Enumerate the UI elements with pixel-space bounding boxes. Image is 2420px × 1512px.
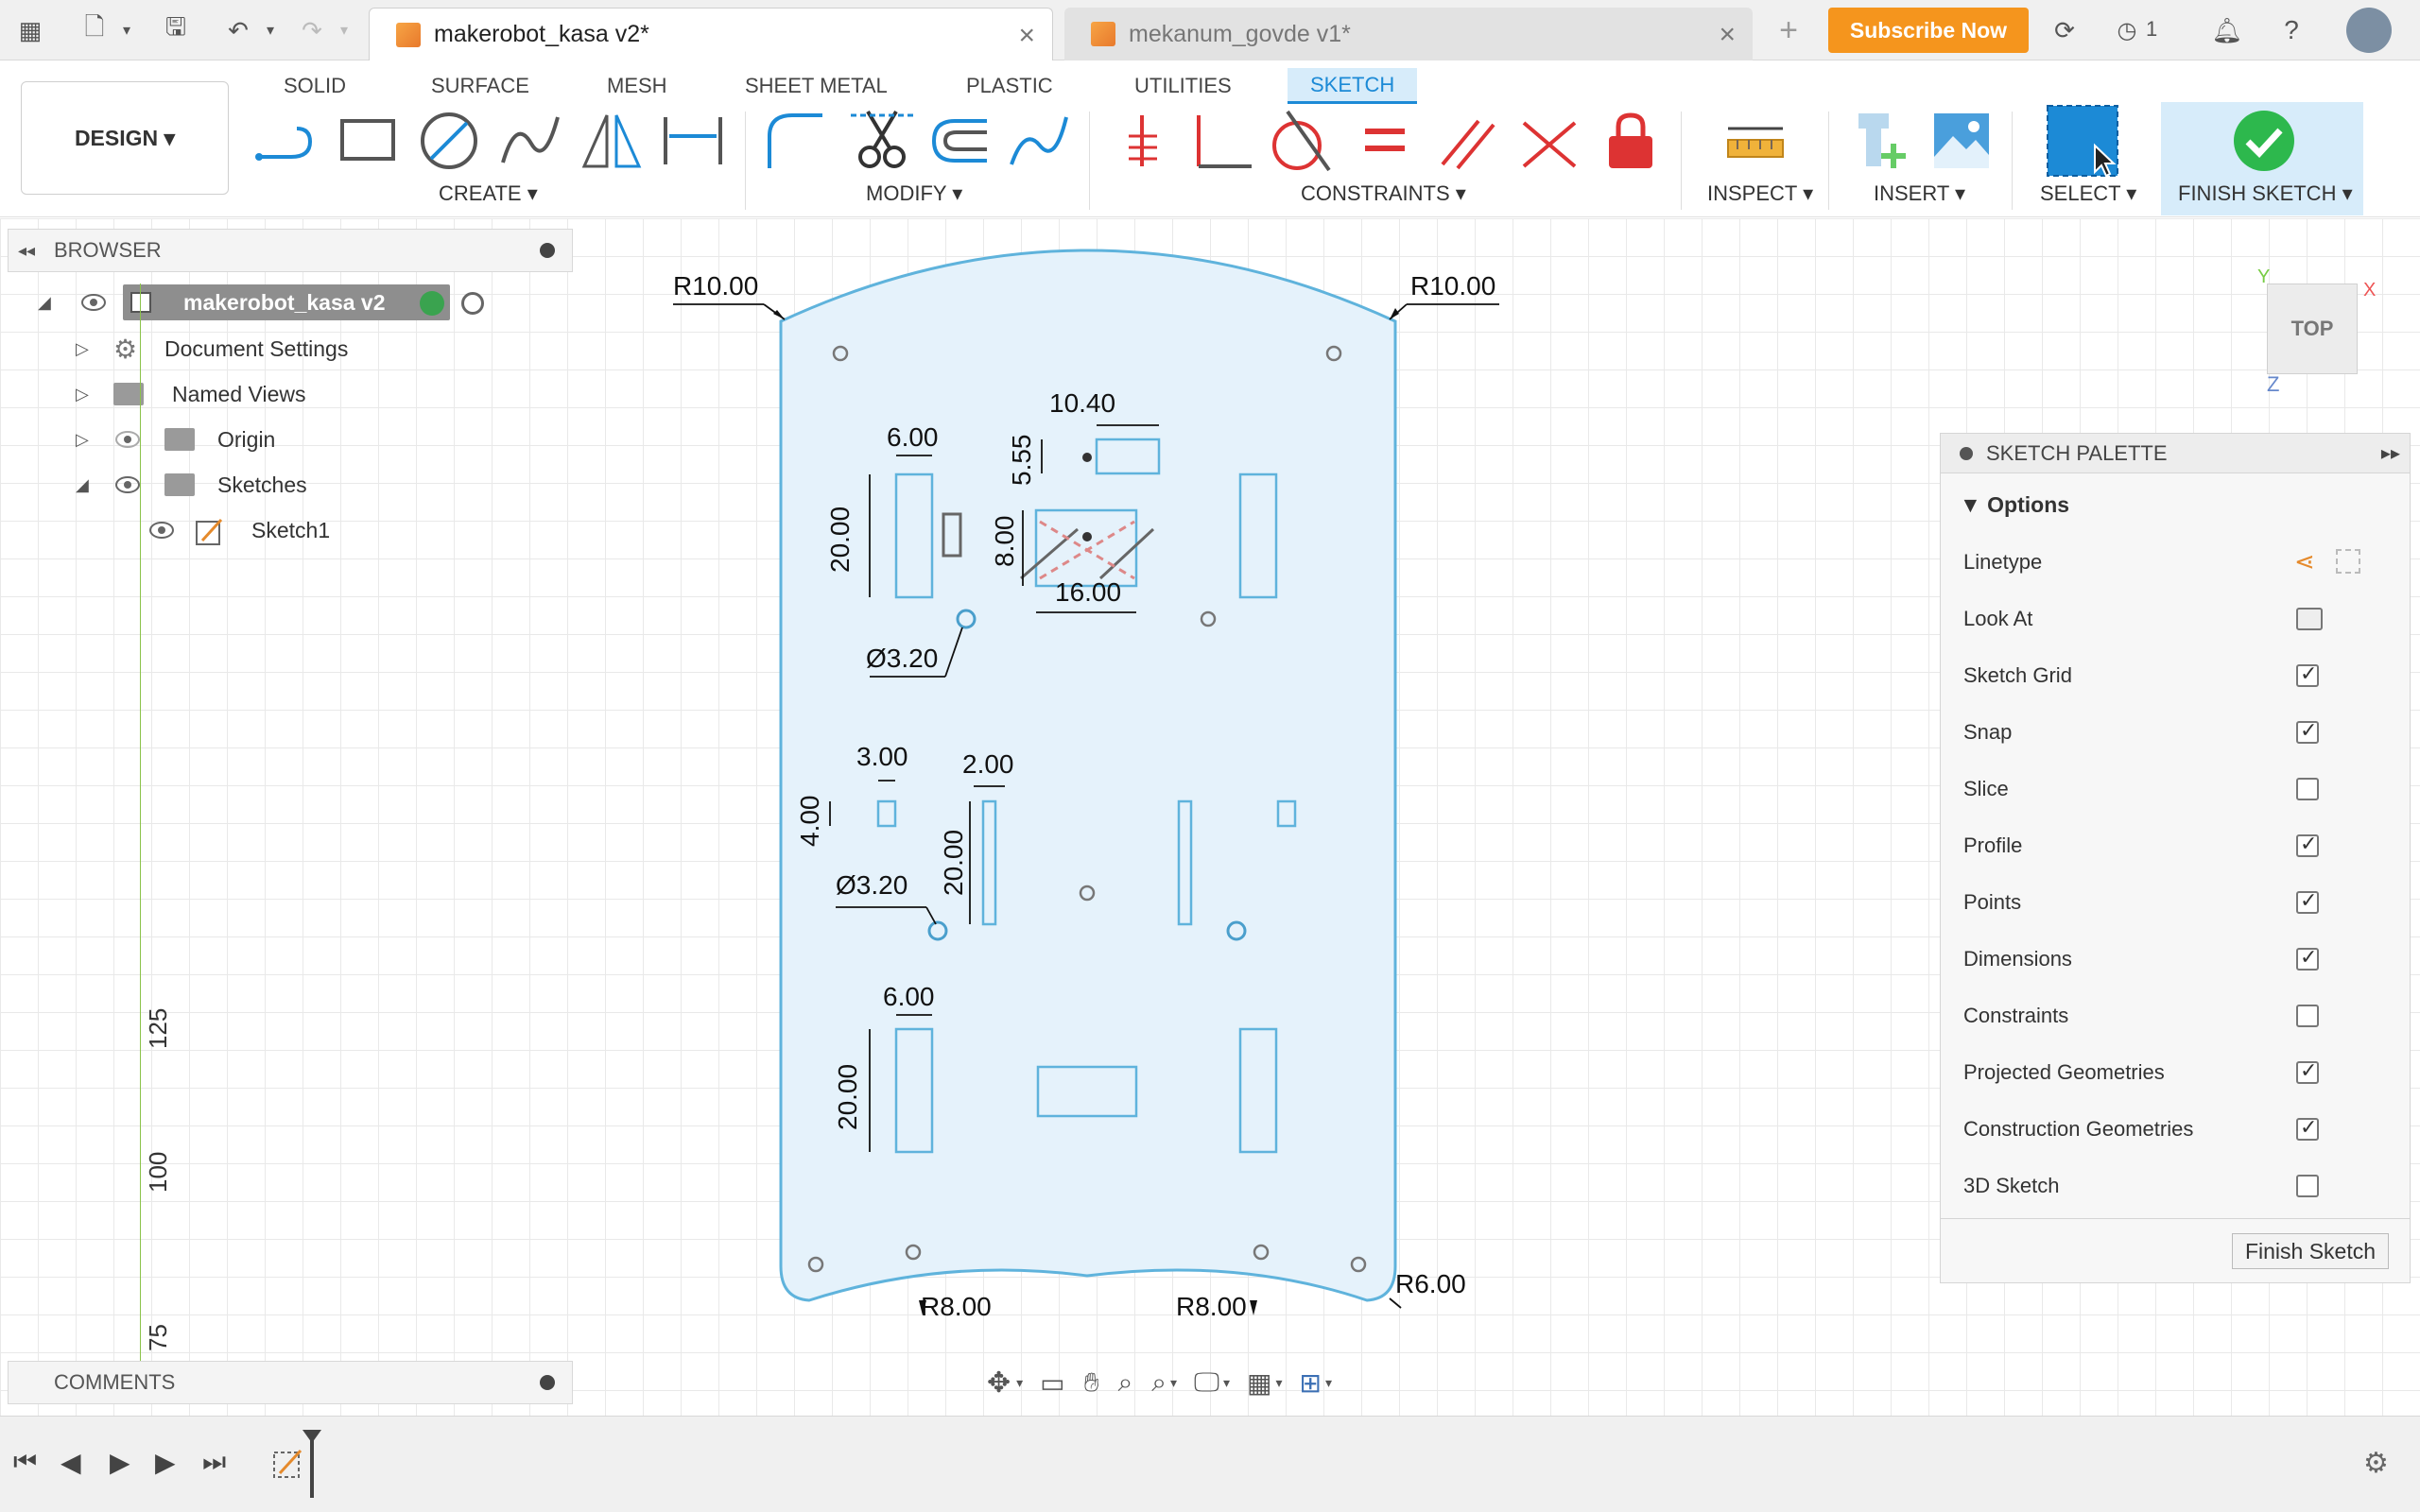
points-checkbox[interactable] [2296,889,2319,914]
go-to-end-icon[interactable]: ⏭ [202,1447,240,1485]
palette-row-label: Slice [1963,777,2009,800]
add-comment-icon[interactable] [540,1375,555,1390]
palette-pin-icon[interactable] [1960,447,1973,460]
palette-divider [1941,1218,2410,1219]
timeline-sketch-icon[interactable] [272,1445,306,1479]
timeline-marker[interactable] [310,1437,314,1498]
palette-row-snap[interactable]: Snap [1963,713,2408,751]
palette-row-projected-geometries[interactable]: Projected Geometries [1963,1054,2408,1091]
display-settings-icon[interactable]: 🖵 [1194,1367,1219,1399]
palette-row-label: Profile [1963,833,2023,857]
chevron-down-icon[interactable]: ▾ [1016,1375,1023,1391]
look-at-icon[interactable]: ▭ [1040,1367,1064,1399]
palette-row-label: Snap [1963,720,2013,744]
dim-top-slot-height: 20.00 [825,507,855,573]
centerline-linetype-icon[interactable] [2336,549,2360,574]
palette-row-linetype: Linetype ⋖ [1963,543,2408,581]
dim-top-slot-width: 6.00 [887,422,939,452]
profile-checkbox[interactable] [2296,833,2319,857]
palette-row-profile[interactable]: Profile [1963,827,2408,865]
projected-geometries-checkbox[interactable] [2296,1059,2319,1084]
dim-bottom-slot-width: 6.00 [883,982,935,1011]
dim-radius-bottom-right: R8.00 [1176,1292,1247,1321]
axis-x-label: X [2363,280,2377,301]
dim-radius-top-right: R10.00 [1410,271,1495,301]
palette-title: SKETCH PALETTE [1986,440,2168,465]
3d-sketch-checkbox[interactable] [2296,1175,2319,1197]
viewports-icon[interactable]: ⊞ [1300,1367,1322,1399]
dim-mount-height: 5.55 [1007,435,1036,487]
dim-hole-diameter-1: Ø3.20 [866,644,938,673]
dim-radius-bottom-left: R8.00 [921,1292,992,1321]
axis-z-label: Z [2267,372,2280,396]
go-to-start-icon[interactable]: ⏮ [13,1447,51,1485]
construction-geometries-checkbox[interactable] [2296,1116,2319,1141]
palette-row-construction-geometries[interactable]: Construction Geometries [1963,1110,2408,1148]
dim-bottom-slot-height: 20.00 [833,1064,862,1130]
zoom-icon[interactable]: ⌕ [1118,1367,1133,1399]
dim-center-width: 16.00 [1055,577,1121,607]
dim-center-height: 8.00 [990,516,1019,568]
options-section[interactable]: ▼ Options [1960,492,2069,518]
expand-panel-icon[interactable]: ▸▸ [2381,441,2400,465]
sketch-grid-checkbox[interactable] [2296,662,2319,687]
timeline-marker-handle[interactable] [302,1430,321,1443]
timeline-settings-gear-icon[interactable]: ⚙ [2363,1447,2401,1485]
palette-row-points[interactable]: Points [1963,884,2408,921]
dim-hole-diameter-2: Ø3.20 [836,870,908,900]
dim-narrow-slot-height: 20.00 [939,830,968,896]
palette-row-constraints[interactable]: Constraints [1963,997,2408,1035]
dim-small-slot-width: 3.00 [856,742,908,771]
chevron-down-icon[interactable]: ▾ [1325,1375,1332,1391]
palette-row-sketch-grid[interactable]: Sketch Grid [1963,657,2408,695]
sketch-palette: SKETCH PALETTE ▸▸ ▼ Options Linetype ⋖ L… [1940,433,2411,1283]
fit-view-icon[interactable]: ⌕ [1151,1367,1167,1399]
view-cube[interactable]: TOP [2267,284,2358,374]
dim-mount-width: 10.40 [1049,388,1115,418]
palette-row-3d-sketch[interactable]: 3D Sketch [1963,1167,2408,1205]
chevron-down-icon[interactable]: ▾ [1170,1375,1177,1391]
palette-row-label: Construction Geometries [1963,1117,2194,1141]
navigation-bar: ✥ ▾ ▭ ✋︎ ⌕ ⌕ ▾ 🖵 ▾ ▦ ▾ ⊞ ▾ [987,1359,1435,1406]
axis-y-label: Y [2257,266,2271,287]
pan-hand-icon[interactable]: ✋︎ [1084,1367,1099,1399]
orbit-icon[interactable]: ✥ [987,1366,1011,1400]
options-section-label: Options [1987,492,2070,517]
dim-narrow-slot-width: 2.00 [962,749,1014,779]
palette-header: SKETCH PALETTE ▸▸ [1941,434,2410,473]
palette-row-label: Projected Geometries [1963,1060,2165,1084]
palette-row-label: Points [1963,890,2022,914]
play-icon[interactable]: ▶︎ [110,1447,147,1485]
dim-small-slot-height: 4.00 [795,796,824,848]
step-back-icon[interactable]: ◀︎ [60,1447,98,1485]
construction-linetype-icon[interactable]: ⋖ [2294,547,2315,576]
dimensions-checkbox[interactable] [2296,946,2319,971]
look-at-icon[interactable] [2296,608,2323,630]
dim-radius-top-left: R10.00 [673,271,758,301]
palette-row-label: Look At [1963,607,2033,630]
palette-row-label: Dimensions [1963,947,2072,971]
comments-title: COMMENTS [54,1370,176,1394]
palette-row-label: Linetype [1963,550,2043,574]
step-forward-icon[interactable]: ▶︎ [155,1447,193,1485]
chevron-down-icon[interactable]: ▾ [1276,1375,1283,1391]
palette-row-label: Constraints [1963,1004,2069,1027]
chevron-down-icon[interactable]: ▾ [1223,1375,1230,1391]
slice-checkbox[interactable] [2296,778,2319,800]
palette-row-label: Sketch Grid [1963,663,2072,687]
palette-row-dimensions[interactable]: Dimensions [1963,940,2408,978]
comments-panel[interactable]: COMMENTS [8,1361,573,1404]
snap-checkbox[interactable] [2296,719,2319,744]
palette-row-label: 3D Sketch [1963,1174,2060,1197]
dim-radius-corner: R6.00 [1395,1269,1466,1298]
palette-row-look-at: Look At [1963,600,2408,638]
collapse-triangle-icon[interactable]: ▼ [1960,492,1987,517]
grid-settings-icon[interactable]: ▦ [1247,1367,1271,1399]
timeline-bar: ⏮ ◀︎ ▶︎ ▶︎ ⏭ ⚙ [0,1416,2420,1512]
palette-row-slice[interactable]: Slice [1963,770,2408,808]
finish-sketch-button[interactable]: Finish Sketch [2232,1233,2389,1269]
constraints-checkbox[interactable] [2296,1005,2319,1027]
